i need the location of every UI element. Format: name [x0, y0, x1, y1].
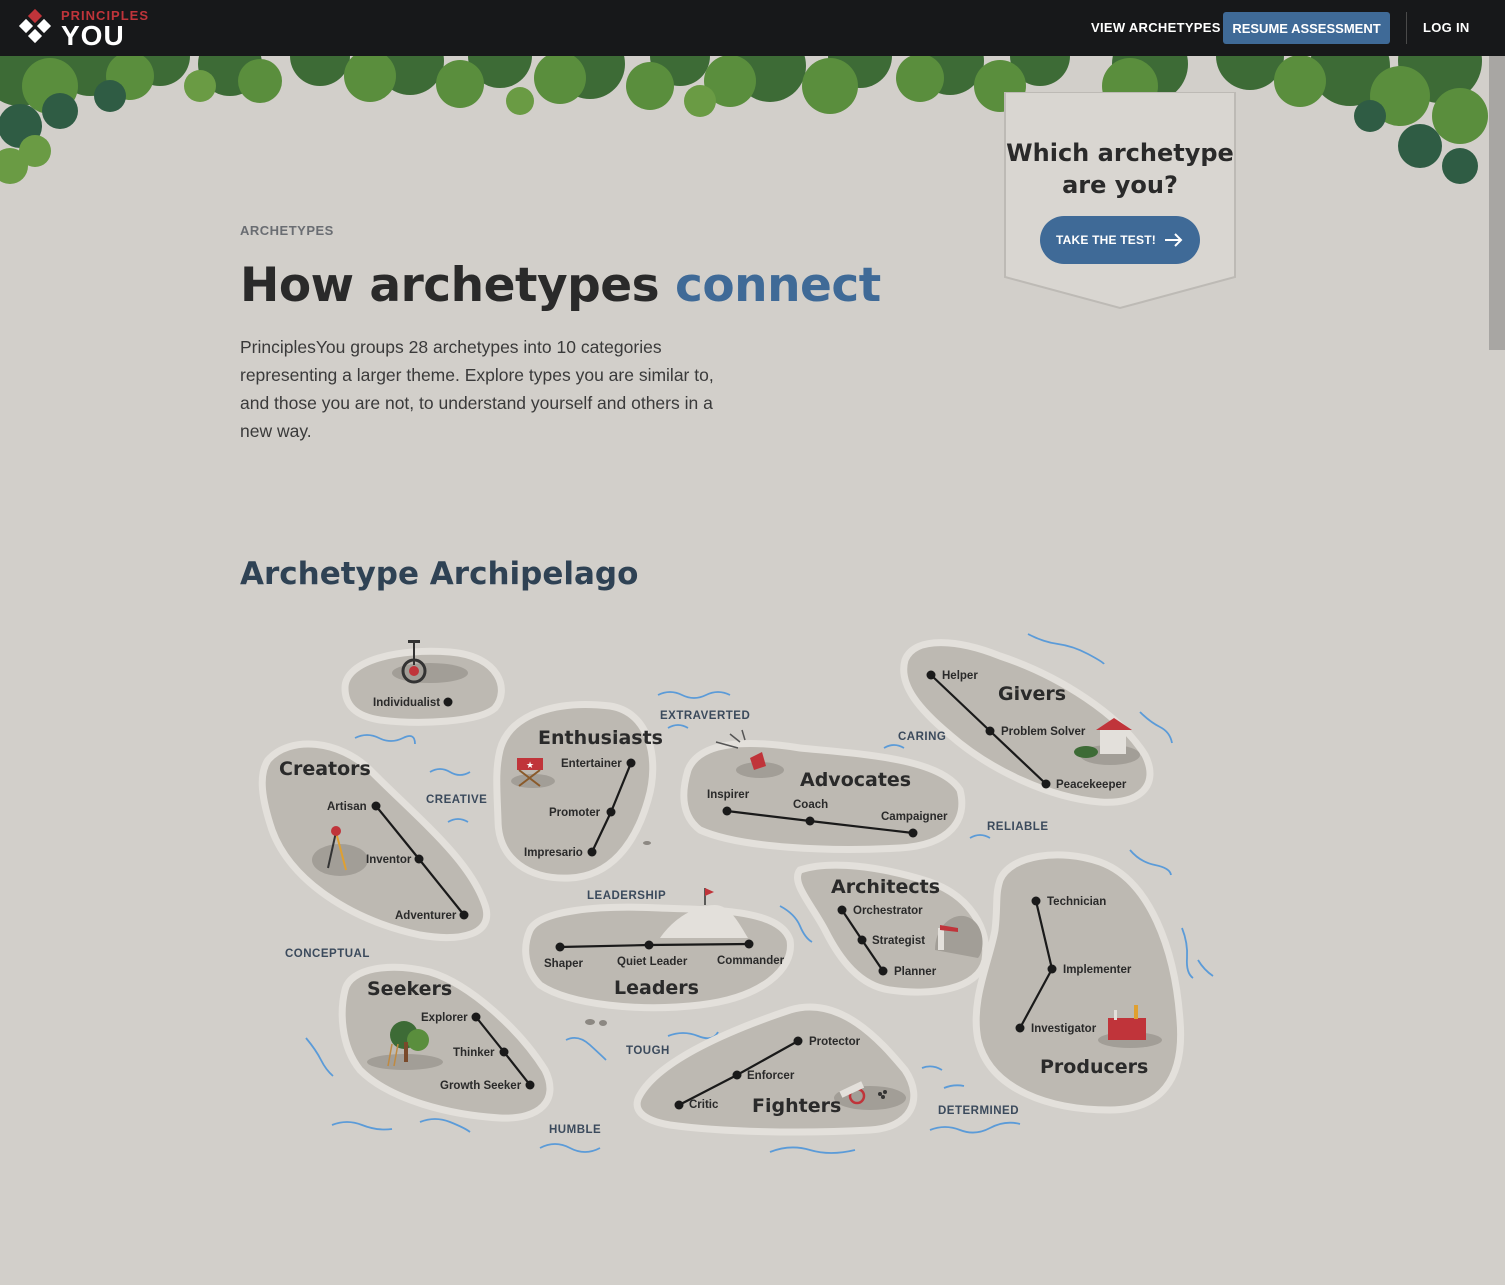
category-enthusiasts[interactable]: Enthusiasts [538, 727, 663, 749]
archetype-archipelago-map: ★ Creators Enthusiasts Advocates Givers … [258, 633, 1214, 1154]
archetype-promoter[interactable]: Promoter [549, 807, 601, 819]
category-fighters[interactable]: Fighters [752, 1095, 841, 1117]
archetype-protector[interactable]: Protector [809, 1036, 861, 1048]
trait-caring: CARING [898, 731, 946, 743]
category-seekers[interactable]: Seekers [367, 978, 452, 1000]
trait-creative: CREATIVE [426, 794, 487, 806]
trait-conceptual: CONCEPTUAL [285, 948, 370, 960]
category-advocates[interactable]: Advocates [800, 769, 911, 791]
archetype-helper[interactable]: Helper [942, 670, 978, 682]
archetype-entertainer[interactable]: Entertainer [561, 758, 622, 770]
category-architects[interactable]: Architects [831, 876, 940, 898]
category-producers[interactable]: Producers [1040, 1056, 1148, 1078]
category-leaders[interactable]: Leaders [614, 977, 699, 999]
archetype-quiet-leader[interactable]: Quiet Leader [617, 956, 688, 968]
archetype-inspirer[interactable]: Inspirer [707, 789, 750, 801]
archetype-growth-seeker[interactable]: Growth Seeker [440, 1080, 522, 1092]
archetype-shaper[interactable]: Shaper [544, 958, 584, 970]
category-creators[interactable]: Creators [279, 758, 371, 780]
scrollbar-thumb[interactable] [1489, 56, 1505, 350]
trait-determined: DETERMINED [938, 1105, 1019, 1117]
archetype-inventor[interactable]: Inventor [366, 854, 412, 866]
archetype-implementer[interactable]: Implementer [1063, 964, 1132, 976]
archetype-coach[interactable]: Coach [793, 799, 828, 811]
trait-extraverted: EXTRAVERTED [660, 710, 750, 722]
archetype-campaigner[interactable]: Campaigner [881, 811, 948, 823]
archetype-technician[interactable]: Technician [1047, 896, 1106, 908]
archetype-adventurer[interactable]: Adventurer [395, 910, 457, 922]
archetype-investigator[interactable]: Investigator [1031, 1023, 1097, 1035]
archetype-enforcer[interactable]: Enforcer [747, 1070, 795, 1082]
archetype-commander[interactable]: Commander [717, 955, 785, 967]
archetype-orchestrator[interactable]: Orchestrator [853, 905, 923, 917]
category-givers[interactable]: Givers [998, 683, 1066, 705]
archetype-planner[interactable]: Planner [894, 966, 937, 978]
archetype-problem-solver[interactable]: Problem Solver [1001, 726, 1086, 738]
svg-text:★: ★ [526, 760, 534, 770]
trait-humble: HUMBLE [549, 1124, 601, 1136]
archetype-artisan[interactable]: Artisan [327, 801, 367, 813]
archetype-impresario[interactable]: Impresario [524, 847, 583, 859]
archetype-critic[interactable]: Critic [689, 1099, 719, 1111]
archetype-peacekeeper[interactable]: Peacekeeper [1056, 779, 1127, 791]
trait-tough: TOUGH [626, 1045, 670, 1057]
archetype-thinker[interactable]: Thinker [453, 1047, 495, 1059]
archetype-strategist[interactable]: Strategist [872, 935, 925, 947]
trait-leadership: LEADERSHIP [587, 890, 666, 902]
trait-reliable: RELIABLE [987, 821, 1049, 833]
archetype-individualist[interactable]: Individualist [373, 697, 440, 709]
archetype-explorer[interactable]: Explorer [421, 1012, 468, 1024]
